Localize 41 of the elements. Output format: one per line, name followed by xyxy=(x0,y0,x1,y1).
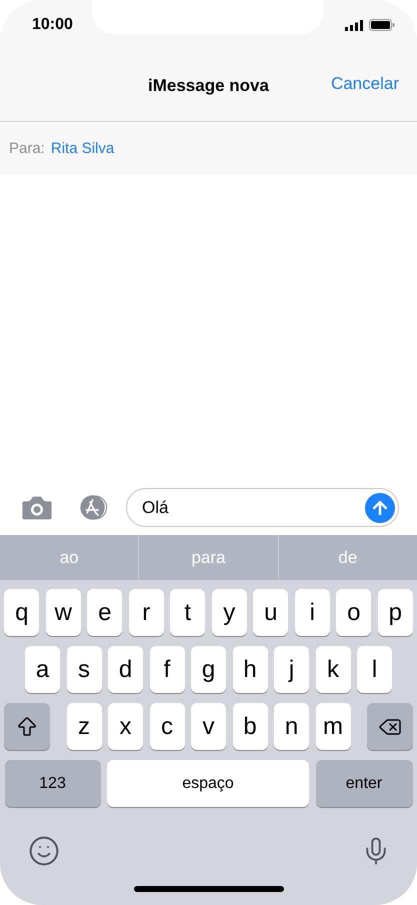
shift-key[interactable] xyxy=(4,703,50,750)
key[interactable]: c xyxy=(150,703,184,750)
key[interactable]: x xyxy=(108,703,143,750)
key[interactable]: t xyxy=(170,589,206,636)
key[interactable]: h xyxy=(232,646,268,693)
message-field[interactable]: Olá xyxy=(140,496,365,518)
screen-title: iMessage nova xyxy=(148,76,269,96)
key[interactable]: i xyxy=(294,589,330,636)
key[interactable]: w xyxy=(46,589,81,636)
key[interactable]: a xyxy=(25,646,60,693)
delete-key[interactable] xyxy=(367,703,413,750)
enter-key[interactable]: enter xyxy=(316,760,412,807)
key[interactable]: p xyxy=(378,589,413,636)
message-bar[interactable]: Olá xyxy=(126,488,399,527)
key[interactable]: f xyxy=(150,646,184,693)
key[interactable]: d xyxy=(108,646,143,693)
key[interactable]: s xyxy=(66,646,102,693)
emoji-icon[interactable] xyxy=(28,835,60,867)
key[interactable]: r xyxy=(128,589,164,636)
key[interactable]: l xyxy=(357,646,392,693)
key[interactable]: e xyxy=(87,589,122,636)
key[interactable]: q xyxy=(4,589,40,636)
numbers-key[interactable]: 123 xyxy=(4,760,100,807)
shift-icon xyxy=(15,714,39,738)
space-key[interactable]: espaço xyxy=(107,760,309,807)
key[interactable]: b xyxy=(232,703,268,750)
status-time: 10:00 xyxy=(32,16,73,34)
key[interactable]: j xyxy=(274,646,309,693)
key[interactable]: g xyxy=(191,646,226,693)
key[interactable]: y xyxy=(212,589,247,636)
to-label: Para: xyxy=(9,140,45,157)
battery-icon xyxy=(369,19,395,31)
send-button[interactable] xyxy=(365,492,395,522)
key[interactable]: v xyxy=(191,703,226,750)
key[interactable]: z xyxy=(66,703,102,750)
key[interactable]: k xyxy=(316,646,350,693)
key[interactable]: u xyxy=(253,589,288,636)
key[interactable]: n xyxy=(274,703,309,750)
key[interactable]: o xyxy=(336,589,372,636)
key[interactable]: m xyxy=(316,703,350,750)
signal-icon xyxy=(345,20,363,30)
